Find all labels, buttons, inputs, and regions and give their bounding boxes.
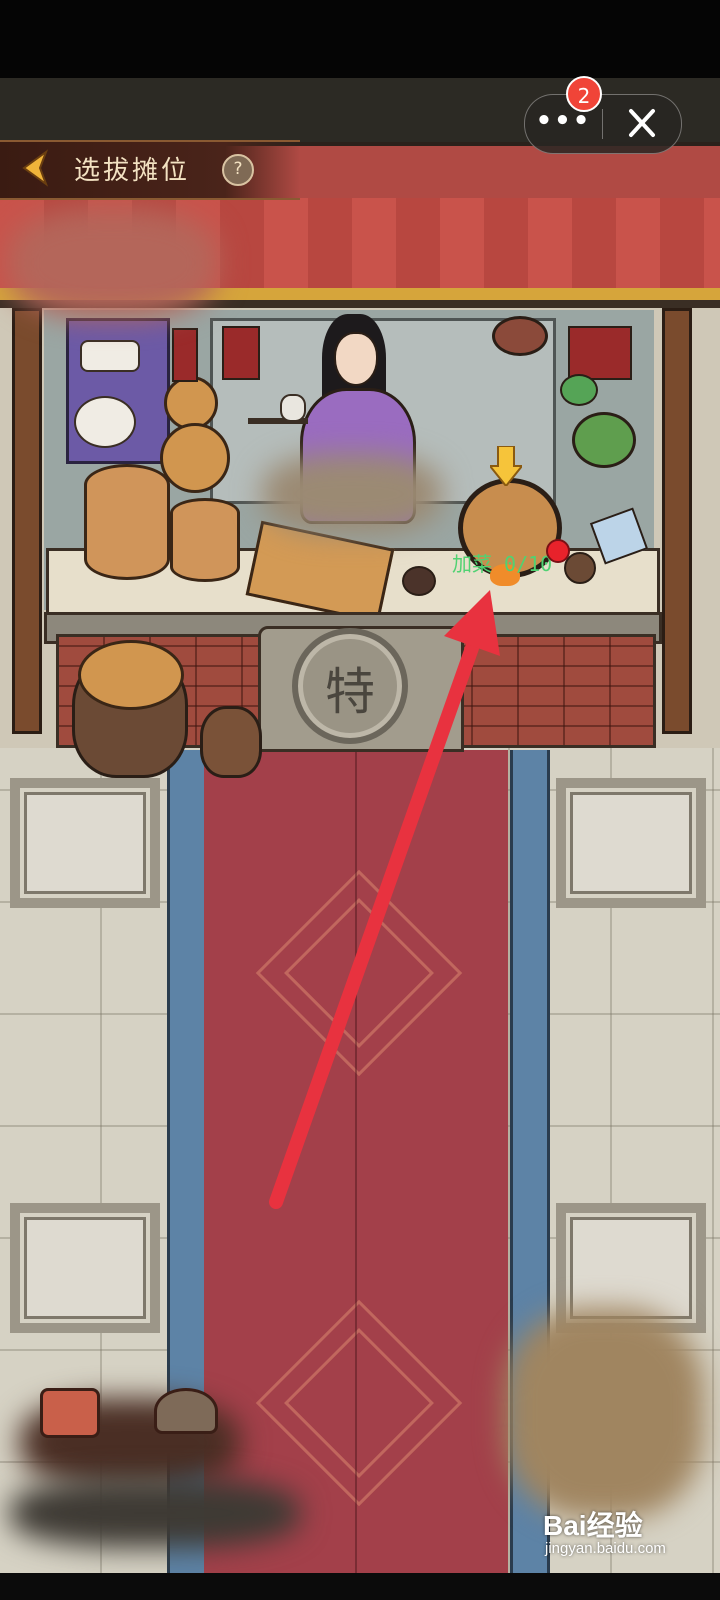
bottom-black-band bbox=[0, 1573, 720, 1600]
chevron-left-icon bbox=[22, 149, 49, 187]
watermark-brand: Bai经验 bbox=[543, 1510, 643, 1541]
annotation-arrow bbox=[269, 590, 500, 1209]
baidu-watermark: Bai经验 jingyan.baidu.com bbox=[543, 1500, 703, 1560]
mini-program-capsule: ••• bbox=[524, 94, 682, 154]
close-icon bbox=[629, 109, 655, 137]
help-button[interactable]: ? bbox=[222, 154, 254, 186]
back-button[interactable] bbox=[16, 148, 56, 188]
game-scene[interactable]: 加菜 0/10 特 bbox=[0, 78, 720, 1573]
page-header: 选拔摊位 ? bbox=[0, 140, 300, 200]
notification-badge: 2 bbox=[566, 76, 602, 112]
close-button[interactable] bbox=[603, 95, 681, 153]
top-black-band bbox=[0, 0, 720, 78]
watermark-url: jingyan.baidu.com bbox=[545, 1540, 666, 1557]
page-title: 选拔摊位 bbox=[74, 156, 191, 186]
